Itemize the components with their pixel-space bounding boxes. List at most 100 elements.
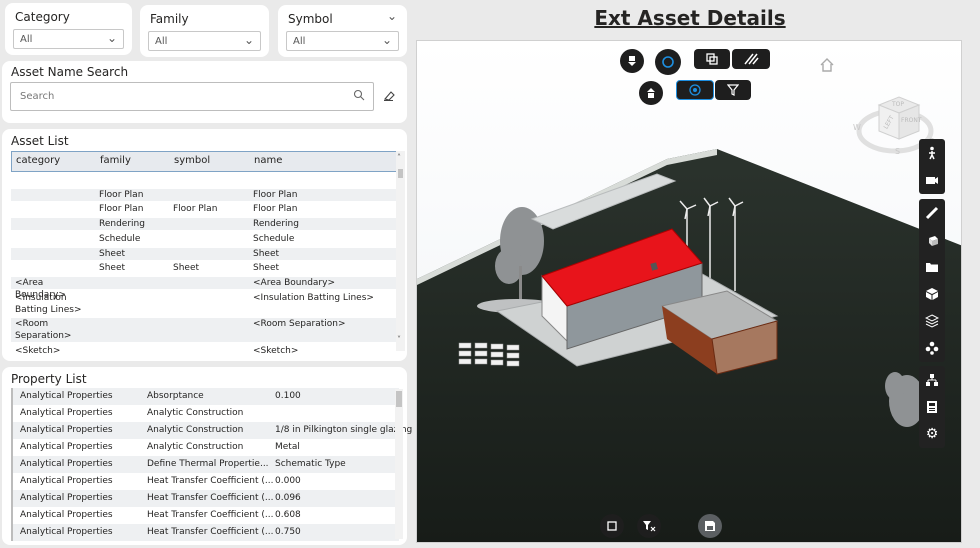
asset-list-row[interactable]: Floor Plan Floor Plan Floor Plan (11, 203, 397, 215)
property-cell-value: 1/8 in Pilkington single glazing (275, 425, 413, 435)
asset-list-row[interactable]: Floor Plan Floor Plan (11, 189, 397, 201)
property-cell-value: 0.750 (275, 527, 301, 537)
chevron-down-icon: ⌄ (243, 33, 254, 47)
model-cube-icon[interactable] (919, 280, 945, 307)
asset-list-row[interactable] (11, 175, 397, 187)
orbit-icon[interactable] (655, 49, 681, 75)
family-slicer-title: Family (150, 12, 189, 26)
property-list-row[interactable]: Analytical Properties Absorptance 0.100 (11, 388, 399, 405)
asset-list-row[interactable]: Sheet Sheet Sheet (11, 262, 397, 274)
clear-filter-icon[interactable] (637, 514, 661, 538)
settings-gear-icon[interactable]: ⚙ (919, 420, 945, 447)
asset-list-row[interactable]: Rendering Rendering (11, 218, 397, 230)
asset-cell-name: Sheet (253, 263, 280, 273)
person-walk-icon[interactable] (919, 139, 945, 166)
category-dropdown[interactable]: All ⌄ (13, 29, 124, 49)
column-header-category[interactable]: category (16, 155, 60, 166)
scroll-up-icon[interactable]: ˄ (397, 153, 401, 162)
property-cell-property: Absorptance (147, 391, 204, 401)
asset-cell-category: <Insulation Batting Lines> (15, 293, 82, 315)
model-browser-icon[interactable] (919, 366, 945, 393)
viewcube-front-label[interactable]: FRONT (901, 117, 922, 124)
property-list-scrollbar[interactable] (395, 389, 403, 539)
home-icon[interactable] (819, 57, 835, 73)
family-dropdown[interactable]: All ⌄ (148, 31, 261, 51)
asset-cell-name: <Insulation Batting Lines> (253, 293, 374, 303)
viewcube-top-label[interactable]: TOP (892, 101, 904, 108)
property-cell-property: Analytic Construction (147, 425, 244, 435)
select-box-icon[interactable] (600, 514, 624, 538)
hatch-icon[interactable] (732, 49, 770, 69)
compass-west[interactable]: W (853, 123, 861, 132)
column-header-name[interactable]: name (254, 155, 282, 166)
property-list-row[interactable]: Analytical Properties Analytic Constructi… (11, 422, 412, 439)
eraser-icon[interactable] (382, 89, 396, 103)
property-list-card: Property List Analytical Properties Absor… (2, 367, 412, 545)
asset-search-title: Asset Name Search (11, 65, 129, 79)
property-list-row[interactable]: Analytical Properties Heat Transfer Coeff… (11, 507, 399, 524)
asset-list-row[interactable]: <Area Boundary> <Area Boundary> (11, 277, 397, 300)
property-list-row[interactable]: Analytical Properties Define Thermal Prop… (11, 456, 399, 473)
family-value: All (155, 36, 168, 47)
property-list-row[interactable]: Analytical Properties Heat Transfer Coeff… (11, 473, 399, 490)
save-icon[interactable] (698, 514, 722, 538)
asset-search-card: Asset Name Search Search (2, 61, 407, 123)
asset-cell-name: Sheet (253, 249, 280, 259)
asset-list-title: Asset List (11, 134, 69, 148)
explode-down-icon[interactable] (620, 49, 644, 73)
scroll-down-icon[interactable]: ˅ (397, 335, 401, 344)
measure-icon[interactable] (919, 199, 945, 226)
asset-cell-name: <Sketch> (253, 346, 299, 356)
asset-cell-name: Schedule (253, 234, 295, 244)
isolate-icon[interactable] (676, 80, 714, 100)
asset-cell-symbol: Sheet (173, 263, 200, 273)
property-cell-value: 0.096 (275, 493, 301, 503)
3d-model-viewer[interactable]: TOP LEFT FRONT W S E ⚙ (416, 40, 962, 543)
asset-list-row[interactable]: <Room Separation> <Room Separation> (11, 318, 397, 342)
property-list-row[interactable]: Analytical Properties Analytic Constructi… (11, 405, 399, 422)
asset-list-row[interactable]: <Sketch> <Sketch> (11, 345, 397, 357)
explode-up-icon[interactable] (639, 81, 663, 105)
property-cell-value: 0.000 (275, 476, 301, 486)
asset-list-row[interactable]: <Insulation Batting Lines> <Insulation Ba… (11, 292, 397, 316)
asset-table-header: category family symbol name (11, 151, 397, 172)
asset-cell-category: <Sketch> (15, 346, 61, 356)
property-cell-group: Analytical Properties (20, 442, 113, 452)
asset-list-scroll-thumb[interactable] (398, 169, 403, 178)
asset-list-scrollbar[interactable]: ˄ ˅ (396, 151, 405, 351)
category-slicer-title: Category (15, 10, 70, 24)
asset-list-row[interactable]: Sheet Sheet (11, 248, 397, 260)
property-cell-property: Analytic Construction (147, 442, 244, 452)
property-list-scroll-thumb[interactable] (396, 391, 402, 407)
camera-icon[interactable] (919, 166, 945, 193)
property-cell-value: Schematic Type (275, 459, 346, 469)
asset-cell-family: Schedule (99, 234, 141, 244)
search-input[interactable]: Search (10, 82, 374, 111)
property-list-row[interactable]: Analytical Properties Analytic Constructi… (11, 439, 399, 456)
section-box-icon[interactable] (694, 49, 730, 69)
search-placeholder: Search (20, 91, 55, 102)
asset-list-row[interactable]: Schedule Schedule (11, 233, 397, 245)
property-list-row[interactable]: Analytical Properties Heat Transfer Coeff… (11, 490, 399, 507)
section-icon[interactable] (919, 226, 945, 253)
category-value: All (20, 34, 33, 45)
property-list-row[interactable]: Analytical Properties Heat Transfer Coeff… (11, 524, 399, 541)
column-header-symbol[interactable]: symbol (174, 155, 210, 166)
layers-icon[interactable] (919, 307, 945, 334)
compass-south[interactable]: S (895, 147, 900, 156)
asset-cell-family: Sheet (99, 263, 126, 273)
symbol-dropdown[interactable]: All ⌄ (286, 31, 399, 51)
column-header-family[interactable]: family (100, 155, 131, 166)
explode-model-icon[interactable] (919, 334, 945, 361)
asset-cell-name: Floor Plan (253, 190, 298, 200)
chevron-down-icon[interactable]: ⌄ (387, 9, 397, 23)
family-slicer: Family All ⌄ (140, 5, 269, 57)
filter-icon[interactable] (715, 80, 751, 100)
properties-icon[interactable] (919, 393, 945, 420)
property-cell-property: Define Thermal Propertie... (147, 459, 269, 469)
asset-cell-name: Floor Plan (253, 204, 298, 214)
folder-icon[interactable] (919, 253, 945, 280)
symbol-slicer: Symbol ⌄ All ⌄ (278, 5, 407, 57)
asset-cell-category: <Room Separation> (15, 319, 72, 341)
tools-toolbar (919, 199, 945, 362)
